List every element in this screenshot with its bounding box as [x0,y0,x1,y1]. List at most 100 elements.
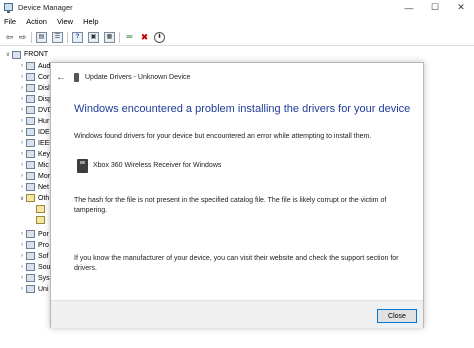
menu-action[interactable]: Action [26,15,47,29]
chevron-down-icon[interactable]: ∨ [18,195,26,202]
view-icon[interactable]: ▣ [88,32,99,43]
tree-item-label: Aud [38,62,51,70]
menu-bar: File Action View Help [0,15,474,29]
tree-item[interactable]: › Disp [18,94,52,104]
tree-item[interactable] [36,215,48,225]
tree-item[interactable]: › Sou [18,262,50,272]
forward-icon[interactable]: ⇨ [17,32,28,43]
tree-item[interactable]: › IDE [18,127,50,137]
usb-icon [26,285,35,293]
update-driver-icon[interactable]: ⮹ [124,32,135,43]
tree-item-label: IDE [38,128,50,136]
tree-item[interactable]: › IEEE [18,138,54,148]
toolbar-separator [67,32,68,43]
unknown-device-icon [36,205,45,213]
software-icon [26,252,35,260]
toolbar: ⇦ ⇨ ▤ ☰ ? ▣ ▦ ⮹ ✖ ⬇ [0,29,474,46]
minimize-button[interactable]: — [396,0,422,15]
tree-item[interactable]: › Hur [18,116,49,126]
audio-icon [26,62,35,70]
tree-item-label: Por [38,230,49,238]
device-tree: ∨ FRONT › Aud › Cor › Disl › Disp › DVD › Hur … [0,47,54,348]
tree-item-label: Sys [38,274,50,282]
window-controls: — ☐ ✕ [396,0,474,15]
sound-icon [26,263,35,271]
tree-root-label: FRONT [24,51,49,58]
tree-item[interactable] [36,204,48,214]
help-icon[interactable]: ? [72,32,83,43]
tree-item[interactable]: › DVD [18,105,53,115]
back-arrow-icon[interactable]: ← [56,72,66,83]
chevron-right-icon[interactable]: › [18,275,26,281]
tree-item[interactable]: › Pro [18,240,49,250]
close-button[interactable]: Close [377,309,417,323]
unknown-device-icon [36,216,45,224]
device-manager-icon [4,3,13,13]
install-icon[interactable]: ⬇ [154,32,165,43]
chevron-down-icon[interactable]: ∨ [4,51,12,58]
chevron-right-icon[interactable]: › [18,231,26,237]
scan-hardware-icon[interactable]: ▦ [104,32,115,43]
toolbar-separator [119,32,120,43]
chevron-right-icon[interactable]: › [18,107,26,113]
maximize-button[interactable]: ☐ [422,0,448,15]
chevron-right-icon[interactable]: › [18,173,26,179]
chevron-right-icon[interactable]: › [18,140,26,146]
tree-item[interactable]: › Mor [18,171,50,181]
chevron-right-icon[interactable]: › [18,242,26,248]
xbox-receiver-icon [77,159,88,173]
manufacturer-text: If you know the manufacturer of your dev… [74,255,399,272]
tree-item[interactable]: › Net [18,182,49,192]
tree-item[interactable]: › Cor [18,72,49,82]
tree-item-label: Uni [38,285,49,293]
tree-item[interactable]: › Aud [18,61,50,71]
tree-item-label: Hur [38,117,50,125]
menu-file[interactable]: File [4,15,16,29]
tree-item-label: Mor [38,172,51,180]
chevron-right-icon[interactable]: › [18,85,26,91]
chevron-right-icon[interactable]: › [18,151,26,157]
tree-item-label: Mic [38,161,49,169]
uninstall-icon[interactable]: ✖ [139,32,150,43]
show-hidden-icon[interactable]: ☰ [52,32,63,43]
tree-item[interactable]: › Sys [18,273,50,283]
processor-icon [26,241,35,249]
chevron-right-icon[interactable]: › [18,184,26,190]
display-icon [26,95,35,103]
close-window-button[interactable]: ✕ [448,0,474,15]
menu-help[interactable]: Help [83,15,98,29]
tree-item[interactable]: › Disl [18,83,50,93]
tree-item[interactable]: ∨ Oth [18,193,49,203]
device-icon [74,73,79,82]
chevron-right-icon[interactable]: › [18,286,26,292]
chevron-right-icon[interactable]: › [18,63,26,69]
chevron-right-icon[interactable]: › [18,74,26,80]
menu-view[interactable]: View [57,15,73,29]
chevron-right-icon[interactable]: › [18,129,26,135]
disk-icon [26,84,35,92]
back-icon[interactable]: ⇦ [4,32,15,43]
chevron-right-icon[interactable]: › [18,253,26,259]
update-drivers-dialog: ← Update Drivers - Unknown Device Window… [50,62,424,328]
window-title: Device Manager [18,3,73,12]
system-icon [26,274,35,282]
chevron-right-icon[interactable]: › [18,96,26,102]
hash-error-text: The hash for the file is not present in … [74,197,387,214]
tree-item[interactable]: › Mic [18,160,49,170]
chevron-right-icon[interactable]: › [18,118,26,124]
tree-item-label: Pro [38,241,49,249]
hid-icon [26,117,35,125]
properties-icon[interactable]: ▤ [36,32,47,43]
tree-root[interactable]: ∨ FRONT [4,50,48,59]
chevron-right-icon[interactable]: › [18,162,26,168]
monitor-icon [26,172,35,180]
tree-item-label: Cor [38,73,50,81]
tree-item[interactable]: › Por [18,229,49,239]
tree-item[interactable]: › Sof [18,251,49,261]
tree-item[interactable]: › Uni [18,284,49,294]
chevron-right-icon[interactable]: › [18,264,26,270]
keyboard-icon [26,150,35,158]
device-name: Xbox 360 Wireless Receiver for Windows [93,162,222,169]
tree-item[interactable]: › Key [18,149,50,159]
tree-item-label: Key [38,150,51,158]
